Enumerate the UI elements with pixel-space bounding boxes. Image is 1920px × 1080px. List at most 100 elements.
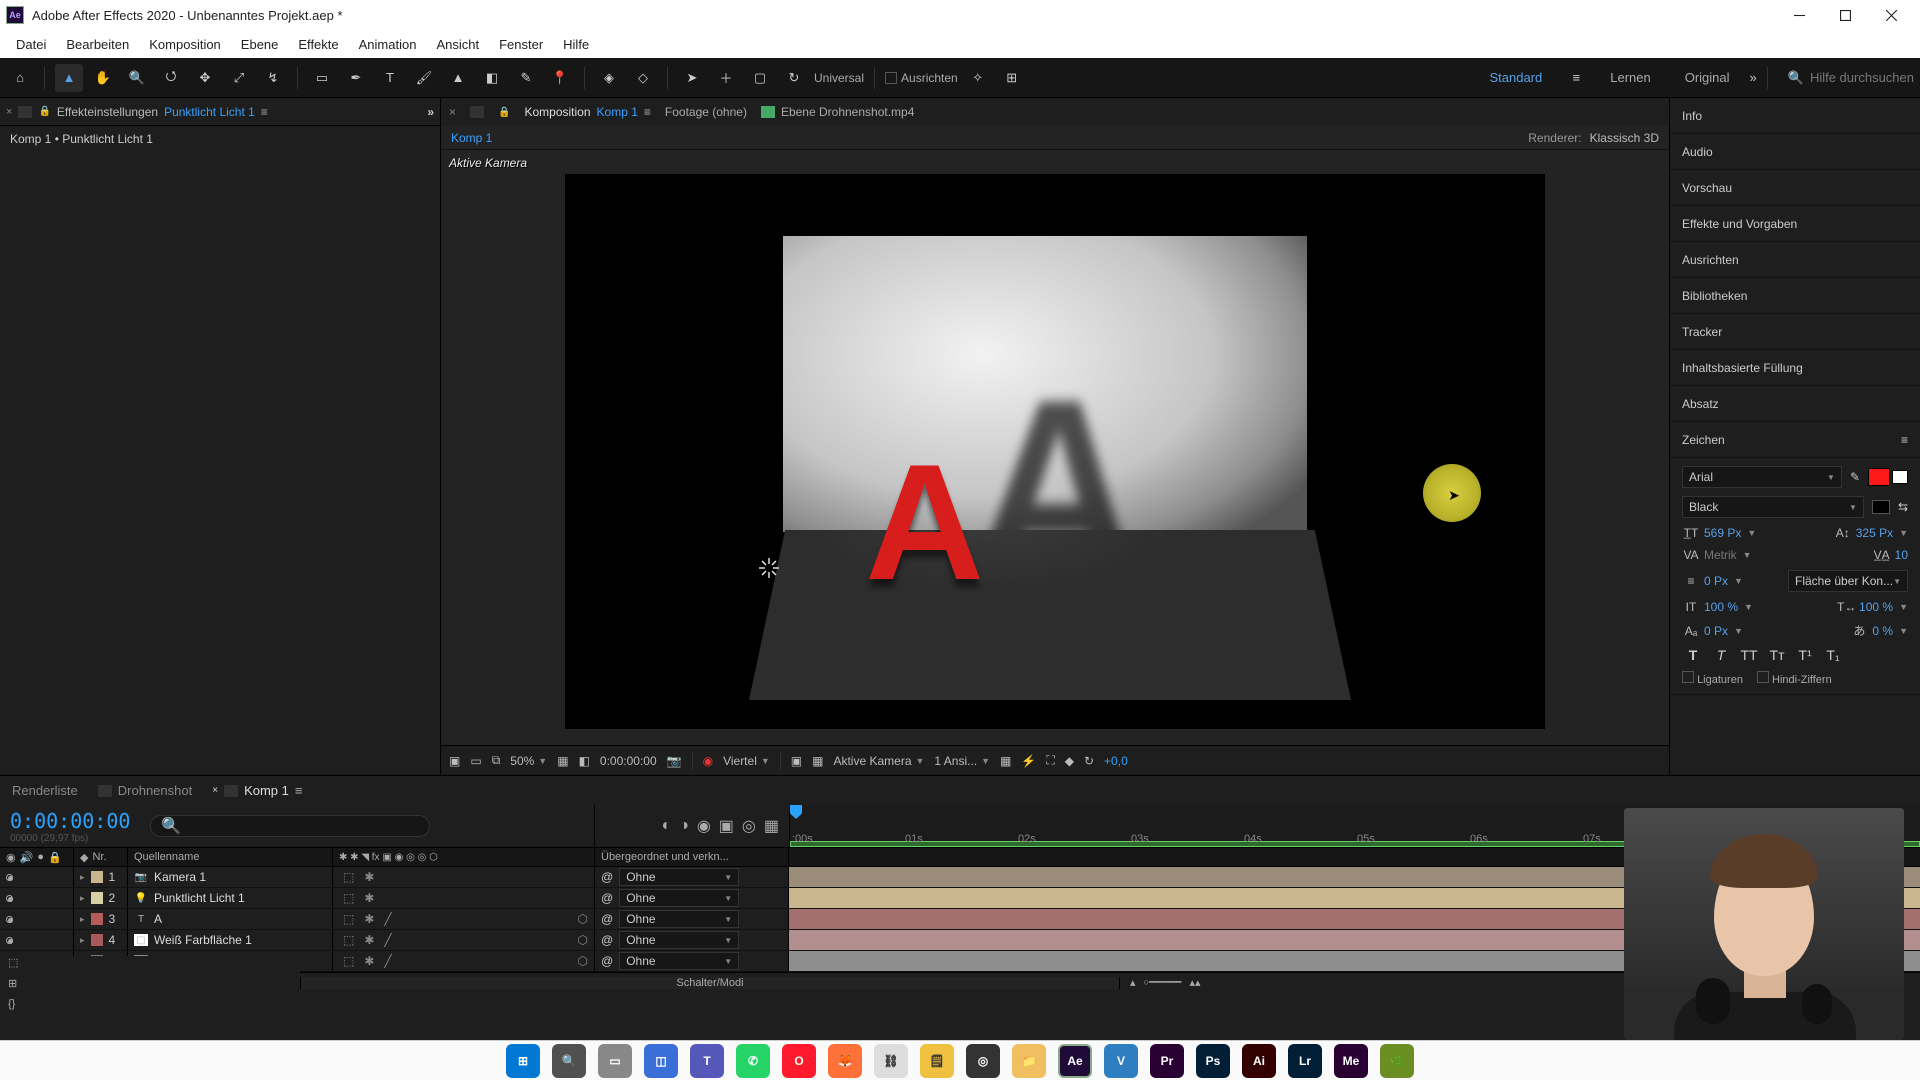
subscript-button[interactable]: T₁: [1822, 647, 1844, 663]
resolution-toggle-icon[interactable]: ▦: [557, 754, 568, 768]
switch-shy[interactable]: ⬚: [343, 954, 354, 968]
tab-komp1[interactable]: ×Komp 1≡: [212, 783, 302, 798]
panel-overflow-icon[interactable]: »: [427, 105, 434, 119]
views-dropdown[interactable]: 1 Ansi...▼: [934, 754, 990, 768]
menu-ansicht[interactable]: Ansicht: [426, 37, 489, 52]
pickwhip-icon[interactable]: @: [601, 870, 613, 884]
playhead[interactable]: [790, 805, 802, 847]
switch-quality[interactable]: ╱: [384, 933, 391, 947]
expand-arrow-icon[interactable]: ▸: [80, 914, 85, 925]
taskbar-ai-icon[interactable]: Ai: [1242, 1044, 1276, 1078]
roi-icon[interactable]: ◧: [579, 754, 590, 768]
window-close-button[interactable]: [1868, 0, 1914, 30]
label-color-swatch[interactable]: [91, 934, 103, 946]
rotate-tool-icon[interactable]: ✥: [191, 64, 219, 92]
font-family-dropdown[interactable]: Arial▼: [1682, 466, 1842, 488]
tab-close-icon[interactable]: ×: [6, 106, 12, 118]
layer-name[interactable]: A: [154, 912, 162, 926]
comp-tab-close-icon[interactable]: ×: [449, 105, 456, 119]
menu-datei[interactable]: Datei: [6, 37, 56, 52]
3d-ground-icon[interactable]: ⛶: [1046, 753, 1054, 768]
parent-dropdown[interactable]: Ohne▼: [619, 931, 739, 949]
layer-name[interactable]: Kamera 1: [154, 870, 206, 884]
switch-3d[interactable]: ⬡: [578, 912, 588, 926]
composition-tab[interactable]: Komposition Komp 1 ≡: [524, 105, 650, 119]
tab-menu-icon[interactable]: ≡: [261, 105, 268, 119]
prev-tab-icon[interactable]: [18, 106, 32, 118]
parent-dropdown[interactable]: Ohne▼: [619, 889, 739, 907]
leading-value[interactable]: 325 Px: [1856, 526, 1893, 540]
panel-effekte-vorgaben[interactable]: Effekte und Vorgaben: [1670, 206, 1920, 242]
rect-tool-icon[interactable]: ▭: [308, 64, 336, 92]
panel-audio[interactable]: Audio: [1670, 134, 1920, 170]
taskbar-me-icon[interactable]: Me: [1334, 1044, 1368, 1078]
tsume-value[interactable]: 0 %: [1872, 624, 1893, 638]
pickwhip-icon[interactable]: @: [601, 933, 613, 947]
taskbar-pr-icon[interactable]: Pr: [1150, 1044, 1184, 1078]
layer-tab[interactable]: Ebene Drohnenshot.mp4: [761, 105, 914, 119]
menu-animation[interactable]: Animation: [349, 37, 427, 52]
switch-collapse[interactable]: ✱: [364, 954, 374, 968]
magnet-icon[interactable]: ✧: [964, 64, 992, 92]
selection-tool-icon[interactable]: ▲: [55, 64, 83, 92]
lock-icon[interactable]: 🔒: [38, 106, 50, 117]
label-color-swatch[interactable]: [91, 892, 103, 904]
switch-shy[interactable]: ⬚: [343, 912, 354, 926]
kerning-value[interactable]: Metrik: [1704, 548, 1737, 562]
parent-dropdown[interactable]: Ohne▼: [619, 868, 739, 886]
pickwhip-icon[interactable]: @: [601, 954, 613, 968]
allcaps-button[interactable]: TT: [1738, 647, 1760, 663]
panel-menu-icon[interactable]: ≡: [1901, 433, 1908, 447]
text-tool-icon[interactable]: T: [376, 64, 404, 92]
draft-3d-icon[interactable]: ▦: [764, 816, 779, 836]
menu-hilfe[interactable]: Hilfe: [553, 37, 599, 52]
window-maximize-button[interactable]: [1822, 0, 1868, 30]
taskbar-windows-icon[interactable]: ⊞: [506, 1044, 540, 1078]
panel-vorschau[interactable]: Vorschau: [1670, 170, 1920, 206]
switch-quality[interactable]: ╱: [384, 912, 391, 926]
vscale-value[interactable]: 100 %: [1704, 600, 1738, 614]
eraser-tool-icon[interactable]: ◧: [478, 64, 506, 92]
fast-preview-icon[interactable]: ⚡: [1021, 754, 1036, 768]
switch-shy[interactable]: ⬚: [343, 891, 354, 905]
mask-toggle-icon[interactable]: ⧉: [492, 753, 501, 768]
hand-tool-icon[interactable]: ✋: [89, 64, 117, 92]
swap-color-icon[interactable]: ⇆: [1898, 500, 1908, 514]
panel-zeichen-header[interactable]: Zeichen ≡: [1670, 422, 1920, 458]
switch-3d[interactable]: ⬡: [578, 933, 588, 947]
alpha-toggle-icon[interactable]: ▣: [449, 754, 460, 768]
taskbar-widgets-icon[interactable]: ◫: [644, 1044, 678, 1078]
composition-viewer[interactable]: Aktive Kamera A A ➤: [441, 150, 1669, 745]
toggle-modes-icon[interactable]: ⊞: [8, 977, 300, 990]
zoom-out-icon[interactable]: ▴: [1130, 976, 1136, 989]
menu-ebene[interactable]: Ebene: [231, 37, 289, 52]
comp-prev-tab-icon[interactable]: [470, 106, 484, 118]
hscale-value[interactable]: 100 %: [1859, 600, 1893, 614]
taskbar-misc-icon[interactable]: 🌿: [1380, 1044, 1414, 1078]
exposure-reset-icon[interactable]: ↻: [1084, 754, 1094, 768]
switch-shy[interactable]: ⬚: [343, 870, 354, 884]
taskbar-taskview-icon[interactable]: ▭: [598, 1044, 632, 1078]
switch-3d[interactable]: ⬡: [578, 954, 588, 968]
help-search[interactable]: 🔍 Hilfe durchsuchen: [1788, 70, 1914, 86]
rect-mask-icon[interactable]: ▢: [746, 64, 774, 92]
renderer-value[interactable]: Klassisch 3D: [1590, 131, 1659, 145]
anchor-tool-icon[interactable]: ↯: [259, 64, 287, 92]
switch-quality[interactable]: ╱: [384, 954, 391, 968]
snapshot-icon[interactable]: 📷: [667, 754, 682, 768]
stroke-color-swatch[interactable]: [1892, 470, 1908, 484]
pixel-aspect-icon[interactable]: ▦: [1000, 754, 1011, 768]
visibility-toggle[interactable]: [6, 895, 13, 902]
roto-tool-icon[interactable]: ✎: [512, 64, 540, 92]
ligatures-checkbox[interactable]: [1682, 671, 1694, 683]
visibility-toggle[interactable]: [6, 916, 13, 923]
switch-collapse[interactable]: ✱: [364, 870, 374, 884]
camera-dropdown[interactable]: Aktive Kamera▼: [833, 754, 924, 768]
switch-collapse[interactable]: ✱: [364, 891, 374, 905]
taskbar-whatsapp-icon[interactable]: ✆: [736, 1044, 770, 1078]
ausrichten-checkbox[interactable]: [885, 72, 897, 84]
puppet-tool-icon[interactable]: 📍: [546, 64, 574, 92]
baseline-value[interactable]: 0 Px: [1704, 624, 1728, 638]
transparency-grid-icon[interactable]: ▣: [791, 754, 802, 768]
expand-arrow-icon[interactable]: ▸: [80, 935, 85, 946]
